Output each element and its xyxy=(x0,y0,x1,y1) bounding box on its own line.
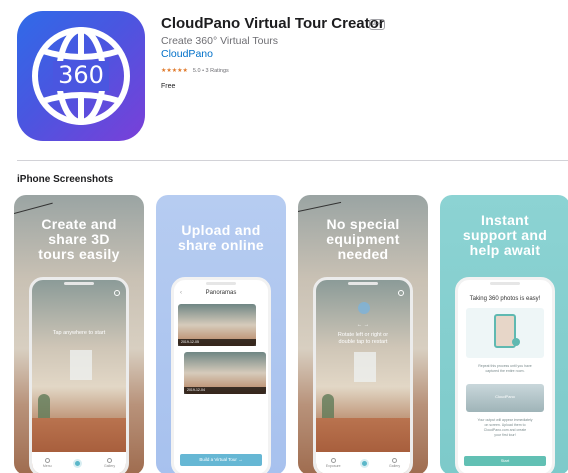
panorama-card[interactable]: 2019-12-05 xyxy=(178,304,256,346)
camera-icon xyxy=(114,290,120,296)
screenshot-3[interactable]: No special equipment needed ← → Rotate l… xyxy=(298,195,428,473)
screenshot-headline: Instant support and help await xyxy=(462,212,548,258)
phone-notch xyxy=(490,282,520,285)
phone-notch xyxy=(206,282,236,285)
card-date: 2019-12-05 xyxy=(178,339,256,346)
rating-row: ★★★★★ 5.0 • 3 Ratings xyxy=(161,67,229,75)
exposure-icon xyxy=(330,458,336,463)
menu-icon xyxy=(44,458,50,463)
screenshot-headline: No special equipment needed xyxy=(326,216,400,262)
gallery-icon xyxy=(392,458,398,463)
sofa-decoration xyxy=(32,418,126,452)
overlay-text: Tap anywhere to start xyxy=(52,330,106,336)
tip-card xyxy=(466,308,544,358)
screenshot-2[interactable]: Upload and share online ‹ Panoramas 2019… xyxy=(156,195,286,473)
tip-text: Repeat this process until you have captu… xyxy=(478,364,532,373)
app-subtitle: Create 360° Virtual Tours xyxy=(161,35,279,47)
lamp-decoration xyxy=(14,202,53,214)
arrows-icon: ← → xyxy=(356,322,370,328)
phone-frame: ‹ Panoramas 2019-12-05 2019-12-04 Build … xyxy=(171,277,271,473)
overlay-text: Rotate left or right or double tap to re… xyxy=(337,332,389,345)
app-title: CloudPano Virtual Tour Creator xyxy=(161,15,385,32)
screenshot-4[interactable]: Instant support and help await Taking 36… xyxy=(440,195,568,473)
check-icon xyxy=(512,338,520,346)
tip-text: Your output will appear immediately on s… xyxy=(477,418,533,437)
price-label: Free xyxy=(161,83,176,90)
star-rating-icon: ★★★★★ xyxy=(161,68,188,74)
build-virtual-tour-button[interactable]: Build a Virtual Tour → xyxy=(180,454,262,466)
card-date: 2019-12-04 xyxy=(184,387,266,394)
section-title: iPhone Screenshots xyxy=(17,174,114,185)
nav-gallery[interactable]: Gallery xyxy=(104,458,115,468)
phone-notch xyxy=(64,282,94,285)
tip-card: CloudPano xyxy=(466,384,544,412)
divider xyxy=(17,160,568,161)
nav-menu[interactable]: Menu xyxy=(43,458,52,468)
camera-icon xyxy=(398,290,404,296)
panorama-card[interactable]: 2019-12-04 xyxy=(184,352,266,394)
bottom-nav: Menu Gallery xyxy=(32,452,126,473)
lamp-decoration xyxy=(298,201,342,212)
app-icon-text: 360 xyxy=(58,61,104,89)
phone-frame: ← → Rotate left or right or double tap t… xyxy=(313,277,413,473)
start-button[interactable]: Start xyxy=(464,456,546,466)
phone-frame: Taking 360 photos is easy! Repeat this p… xyxy=(455,277,555,473)
developer-link[interactable]: CloudPano xyxy=(161,48,213,60)
screen-title: Taking 360 photos is easy! xyxy=(469,296,541,302)
screenshot-headline: Upload and share online xyxy=(177,222,265,253)
gallery-icon xyxy=(107,458,113,463)
window-decoration xyxy=(70,350,92,380)
rating-text: 5.0 • 3 Ratings xyxy=(192,67,229,74)
bottom-nav: Exposure Gallery xyxy=(316,452,410,473)
nav-gallery[interactable]: Gallery xyxy=(389,458,400,468)
screenshot-1[interactable]: Create and share 3D tours easily Tap any… xyxy=(14,195,144,473)
phone-notch xyxy=(348,282,378,285)
sofa-decoration xyxy=(316,418,410,452)
app-icon: 360 xyxy=(17,11,145,141)
brand-logo: CloudPano xyxy=(495,394,515,399)
nav-exposure[interactable]: Exposure xyxy=(326,458,341,468)
screen-title: Panoramas xyxy=(205,290,237,296)
window-decoration xyxy=(354,352,376,382)
screenshot-headline: Create and share 3D tours easily xyxy=(38,216,120,262)
shutter-icon[interactable] xyxy=(360,458,370,468)
target-icon xyxy=(358,302,370,314)
age-rating-badge: 4+ xyxy=(369,19,385,30)
phone-frame: Tap anywhere to start Menu Gallery xyxy=(29,277,129,473)
shutter-icon[interactable] xyxy=(73,458,83,468)
